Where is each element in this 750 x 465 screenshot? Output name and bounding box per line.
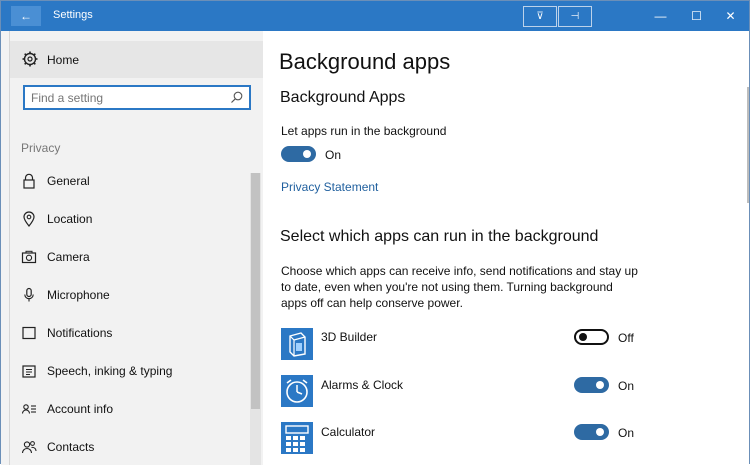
run-in-background-label: Let apps run in the background (281, 124, 447, 138)
run-in-background-state: On (325, 148, 342, 162)
sidebar-item-label: Microphone (47, 288, 110, 302)
home-label: Home (47, 53, 80, 67)
sidebar-item-label: Speech, inking & typing (47, 364, 173, 378)
select-apps-description: Choose which apps can receive info, send… (281, 264, 638, 310)
privacy-statement-link[interactable]: Privacy Statement (281, 180, 378, 194)
run-in-background-toggle[interactable] (281, 146, 316, 162)
sidebar-item-account-info[interactable]: Account info (10, 390, 248, 426)
maximize-button[interactable]: ☐ (681, 6, 712, 26)
sidebar-item-notifications[interactable]: Notifications (10, 314, 248, 350)
alarms-clock-icon (281, 375, 313, 407)
location-icon (23, 211, 35, 227)
3d-builder-state: Off (618, 331, 634, 345)
sidebar-item-label: Camera (47, 250, 90, 264)
sidebar: Home Privacy General Location (10, 31, 263, 465)
search-box[interactable] (23, 85, 251, 110)
titlebar-extra-button-2[interactable]: ⊣ (558, 6, 592, 27)
app-name-calculator: Calculator (321, 425, 376, 439)
calculator-toggle[interactable] (574, 424, 609, 440)
sidebar-item-general[interactable]: General (10, 162, 248, 198)
search-icon[interactable] (230, 90, 244, 104)
sidebar-item-home[interactable]: Home (10, 41, 263, 78)
sidebar-item-speech[interactable]: Speech, inking & typing (10, 352, 248, 388)
window-left-edge (1, 31, 10, 465)
lock-icon (23, 173, 35, 189)
camera-icon (21, 250, 37, 264)
sidebar-item-label: General (47, 174, 90, 188)
toggle-knob (579, 333, 587, 341)
section-label-privacy: Privacy (21, 141, 61, 155)
sidebar-item-label: Account info (47, 402, 114, 416)
titlebar-extra-button-1[interactable]: ⊽ (523, 6, 557, 27)
alarms-clock-state: On (618, 379, 635, 393)
3d-builder-icon (281, 328, 313, 360)
sidebar-scrollbar-thumb[interactable] (251, 173, 260, 409)
gear-icon (22, 51, 38, 67)
contacts-icon (21, 441, 37, 454)
minimize-button[interactable]: — (645, 6, 676, 26)
calculator-state: On (618, 426, 635, 440)
sidebar-item-microphone[interactable]: Microphone (10, 276, 248, 312)
sidebar-item-label: Contacts (47, 440, 95, 454)
sidebar-item-label: Notifications (47, 326, 113, 340)
3d-builder-toggle[interactable] (574, 329, 609, 345)
page-title: Background apps (279, 49, 451, 74)
account-info-icon (21, 404, 36, 414)
app-name-3d-builder: 3D Builder (321, 330, 378, 344)
toggle-knob (303, 150, 311, 158)
select-apps-heading: Select which apps can run in the backgro… (280, 228, 599, 245)
notifications-icon (22, 326, 36, 340)
sidebar-item-camera[interactable]: Camera (10, 238, 248, 274)
close-button[interactable]: ✕ (715, 6, 746, 26)
back-button[interactable]: ← (11, 6, 41, 26)
sidebar-item-location[interactable]: Location (10, 200, 248, 236)
background-apps-heading: Background Apps (280, 89, 406, 106)
main-content: Background apps Background Apps Let apps… (263, 31, 749, 465)
app-name-alarms-clock: Alarms & Clock (321, 378, 404, 392)
search-input[interactable] (31, 90, 221, 106)
speech-icon (22, 365, 36, 378)
toggle-knob (596, 381, 604, 389)
settings-window: ← Settings ⊽ ⊣ — ☐ ✕ Home Find a setting… (0, 0, 750, 465)
microphone-icon (24, 287, 34, 302)
calculator-icon (281, 422, 313, 454)
main-scrollbar[interactable] (747, 87, 749, 203)
sidebar-item-contacts[interactable]: Contacts (10, 428, 248, 464)
toggle-knob (596, 428, 604, 436)
sidebar-item-label: Location (47, 212, 93, 226)
title-bar: ← Settings ⊽ ⊣ — ☐ ✕ (1, 1, 749, 31)
sidebar-scrollbar[interactable] (250, 173, 261, 465)
alarms-clock-toggle[interactable] (574, 377, 609, 393)
window-title: Settings (53, 9, 93, 21)
